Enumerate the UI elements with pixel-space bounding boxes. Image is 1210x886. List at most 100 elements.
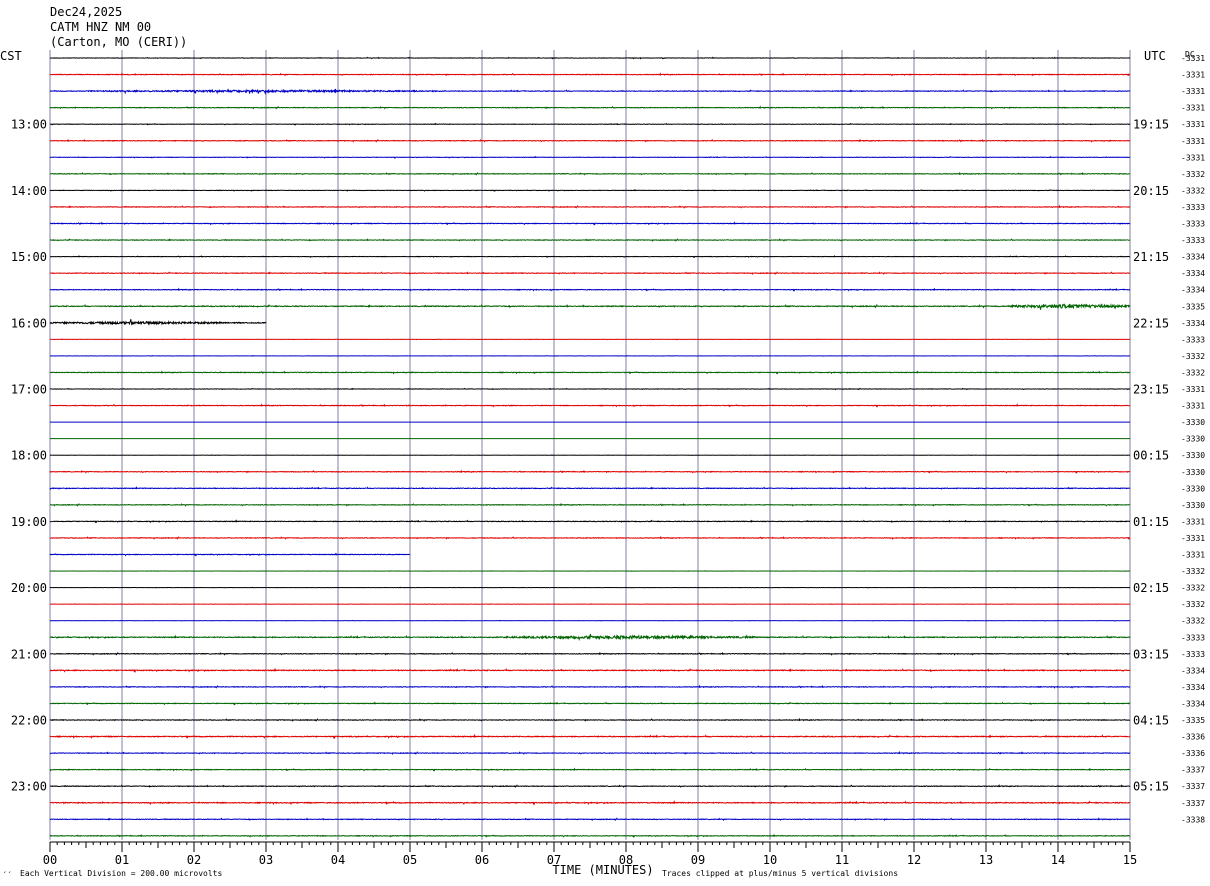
left-hour-label: 18:00 bbox=[11, 449, 47, 463]
dc-offset-label: -3333 bbox=[1181, 335, 1205, 344]
right-hour-label: 19:15 bbox=[1133, 118, 1169, 132]
dc-offset-label: -3332 bbox=[1181, 600, 1205, 609]
right-hour-label: 01:15 bbox=[1133, 515, 1169, 529]
dc-offset-label: -3331 bbox=[1181, 120, 1205, 129]
trace-line bbox=[49, 701, 1131, 706]
trace-line bbox=[49, 370, 1131, 375]
dc-offset-label: -3332 bbox=[1181, 368, 1205, 377]
x-tick-label: 13 bbox=[979, 853, 993, 867]
dc-offset-label: -3334 bbox=[1181, 666, 1205, 675]
trace-line bbox=[49, 750, 1131, 755]
left-hour-label: 19:00 bbox=[11, 515, 47, 529]
dc-offset-label: -3331 bbox=[1181, 517, 1205, 526]
x-tick-label: 15 bbox=[1123, 853, 1137, 867]
trace-line bbox=[49, 56, 1131, 60]
x-axis-title: TIME (MINUTES) bbox=[552, 863, 653, 877]
trace-line bbox=[49, 502, 1131, 507]
dc-offset-label: -3337 bbox=[1181, 799, 1205, 808]
x-tick-label: 00 bbox=[43, 853, 57, 867]
trace-line bbox=[49, 72, 1131, 77]
trace-line bbox=[49, 105, 1131, 110]
trace-line bbox=[49, 633, 1131, 642]
dc-offset-label: -3331 bbox=[1181, 385, 1205, 394]
dc-offset-label: -3337 bbox=[1181, 782, 1205, 791]
right-hour-label: 04:15 bbox=[1133, 714, 1169, 728]
dc-offset-label: -3333 bbox=[1181, 203, 1205, 212]
left-hour-label: 22:00 bbox=[11, 714, 47, 728]
left-hour-label: 15:00 bbox=[11, 250, 47, 264]
left-hour-label: 17:00 bbox=[11, 383, 47, 397]
trace-line bbox=[49, 733, 1131, 740]
dc-offset-label: -3333 bbox=[1181, 236, 1205, 245]
dc-offset-label: -3331 bbox=[1181, 71, 1205, 80]
trace-line bbox=[49, 469, 1131, 474]
trace-lines bbox=[49, 56, 1131, 838]
right-hour-labels: 19:15 20:15 21:15 22:15 23:15 00:15 01:15 02:15… bbox=[1133, 118, 1169, 794]
left-hour-label: 23:00 bbox=[11, 780, 47, 794]
dc-offset-label: -3331 bbox=[1181, 104, 1205, 113]
dc-offset-label: -3330 bbox=[1181, 435, 1205, 444]
dc-offset-label: -3332 bbox=[1181, 352, 1205, 361]
trace-line bbox=[49, 619, 1131, 622]
right-hour-label: 20:15 bbox=[1133, 184, 1169, 198]
dc-offset-label: -3334 bbox=[1181, 683, 1205, 692]
trace-line bbox=[49, 454, 1131, 457]
right-hour-label: 00:15 bbox=[1133, 449, 1169, 463]
dc-offset-label: -3331 bbox=[1181, 402, 1205, 411]
trace-line bbox=[49, 287, 1131, 292]
clip-note: Traces clipped at plus/minus 5 vertical … bbox=[662, 869, 898, 878]
dc-offset-label: -3331 bbox=[1181, 137, 1205, 146]
dc-offset-label: -3331 bbox=[1181, 534, 1205, 543]
trace-line bbox=[49, 535, 1131, 540]
left-hour-labels: 13:00 14:00 15:00 16:00 17:00 18:00 19:00 20:00… bbox=[11, 118, 47, 794]
x-tick-label: 11 bbox=[835, 853, 849, 867]
dc-offset-label: -3332 bbox=[1181, 186, 1205, 195]
x-tick-label: 09 bbox=[691, 853, 705, 867]
footer-mark: ´´ bbox=[2, 870, 12, 880]
dc-offset-label: -3337 bbox=[1181, 766, 1205, 775]
right-hour-label: 05:15 bbox=[1133, 780, 1169, 794]
dc-offset-label: -3330 bbox=[1181, 418, 1205, 427]
dc-offset-label: -3333 bbox=[1181, 633, 1205, 642]
x-tick-label: 02 bbox=[187, 853, 201, 867]
dc-offset-label: -3330 bbox=[1181, 501, 1205, 510]
trace-line bbox=[49, 684, 1131, 689]
trace-line bbox=[49, 138, 1131, 143]
trace-line bbox=[49, 799, 1131, 806]
dc-offset-label: -3335 bbox=[1181, 716, 1205, 725]
dc-offset-label: -3336 bbox=[1181, 733, 1205, 742]
trace-line bbox=[49, 221, 1131, 226]
right-hour-label: 21:15 bbox=[1133, 250, 1169, 264]
left-hour-label: 14:00 bbox=[11, 184, 47, 198]
trace-line bbox=[49, 319, 267, 326]
x-tick-label: 04 bbox=[331, 853, 345, 867]
dc-offset-label: -3338 bbox=[1181, 815, 1205, 824]
x-tick-label: 01 bbox=[115, 853, 129, 867]
dc-offset-label: -3330 bbox=[1181, 451, 1205, 460]
dc-offset-label: -3331 bbox=[1181, 153, 1205, 162]
right-hour-label: 23:15 bbox=[1133, 383, 1169, 397]
trace-line bbox=[49, 303, 1131, 310]
trace-line bbox=[49, 717, 1131, 722]
trace-line bbox=[49, 188, 1131, 192]
date-label: Dec24,2025 bbox=[50, 5, 122, 19]
dc-offset-label: -3333 bbox=[1181, 220, 1205, 229]
trace-line bbox=[49, 122, 1131, 126]
trace-line bbox=[49, 603, 1131, 606]
trace-line bbox=[49, 783, 1131, 789]
trace-line bbox=[49, 271, 1131, 276]
trace-line bbox=[49, 403, 1131, 408]
x-tick-label: 12 bbox=[907, 853, 921, 867]
dc-offset-label: -3332 bbox=[1181, 617, 1205, 626]
trace-line bbox=[49, 817, 1131, 822]
location-label: (Carton, MO (CERI)) bbox=[50, 35, 187, 49]
dc-offset-labels: -3331 -3331 -3331 -3331 -3331 -3331 -3331 -3332… bbox=[1181, 54, 1205, 824]
left-hour-label: 20:00 bbox=[11, 581, 47, 595]
x-tick-label: 06 bbox=[475, 853, 489, 867]
trace-line bbox=[49, 651, 1131, 656]
left-hour-label: 13:00 bbox=[11, 118, 47, 132]
trace-line bbox=[49, 387, 1131, 391]
dc-offset-label: -3332 bbox=[1181, 567, 1205, 576]
left-hour-label: 16:00 bbox=[11, 316, 47, 330]
dc-offset-label: -3334 bbox=[1181, 699, 1205, 708]
